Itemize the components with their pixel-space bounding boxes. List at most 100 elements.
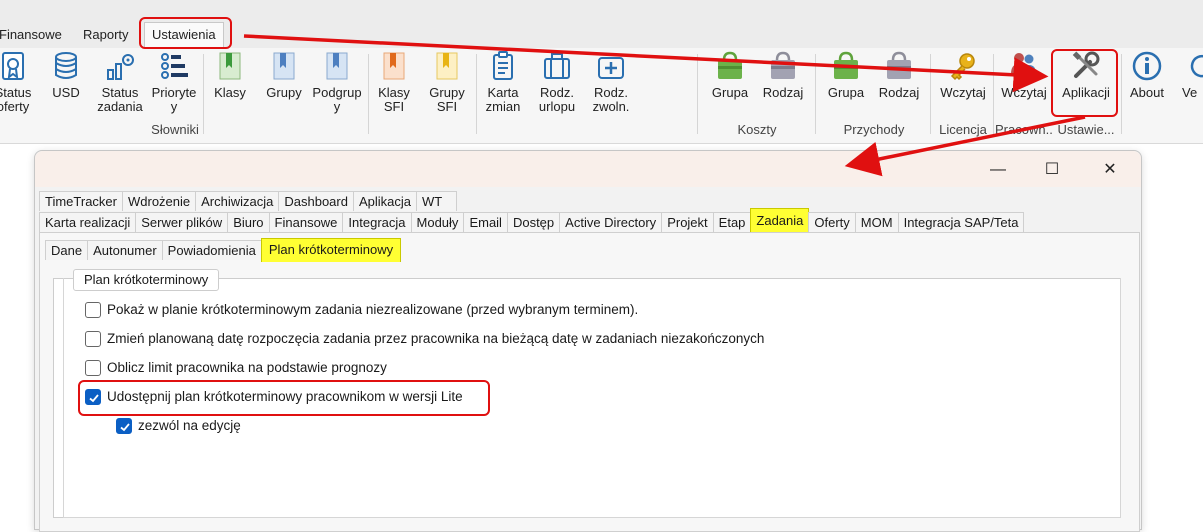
koszty-rodzaj-button[interactable]: Rodzaj	[760, 50, 806, 100]
tab-archiwizacja[interactable]: Archiwizacja	[195, 191, 280, 211]
tab-dostep[interactable]: Dostęp	[506, 212, 561, 232]
option-checkbox-3[interactable]	[85, 360, 101, 376]
key-icon	[950, 53, 975, 81]
tab-oferty[interactable]: Oferty	[808, 212, 856, 232]
annotation-box-aplikacji	[1051, 49, 1118, 117]
status-oferty-button[interactable]: Status oferty	[0, 50, 32, 114]
info-icon	[1132, 51, 1162, 81]
tab-wdrozenie[interactable]: Wdrożenie	[121, 191, 197, 211]
ribbon-separator	[697, 54, 698, 134]
status-oferty-label: Status oferty	[0, 85, 32, 114]
subtab-powiadomienia[interactable]: Powiadomienia	[161, 240, 262, 260]
pracownicy-wczytaj-button[interactable]: Wczytaj	[996, 50, 1052, 100]
tab-karta-realizacji[interactable]: Karta realizacji	[39, 212, 137, 232]
about-button[interactable]: About	[1124, 50, 1170, 100]
tab-moduly[interactable]: Moduły	[410, 212, 465, 232]
tab-dashboard[interactable]: Dashboard	[278, 191, 354, 211]
przychody-grupa-button[interactable]: Grupa	[824, 50, 868, 100]
tab-etap[interactable]: Etap	[712, 212, 752, 232]
tab-projekt[interactable]: Projekt	[661, 212, 714, 232]
karta-zmian-label: Karta zmian	[485, 85, 521, 114]
podgrupy-label: Podgrup y	[312, 85, 362, 114]
numbered-list-icon	[161, 53, 188, 79]
tab-email[interactable]: Email	[463, 212, 508, 232]
status-zadania-button[interactable]: Status zadania	[96, 50, 144, 114]
podgrupy-button[interactable]: Podgrup y	[310, 50, 364, 114]
licencja-wczytaj-label: Wczytaj	[940, 85, 986, 100]
licencja-wczytaj-button[interactable]: Wczytaj	[936, 50, 990, 100]
tab-mom[interactable]: MOM	[854, 212, 899, 232]
grupy-sfi-label: Grupy SFI	[429, 85, 465, 114]
ribbon: Status oferty USD Status zadania Prioryt…	[0, 48, 1203, 144]
clipboard-icon	[493, 51, 513, 80]
ribbon-separator	[815, 54, 816, 134]
minimize-icon[interactable]: —	[975, 157, 1021, 183]
subtab-row: Dane Autonumer Powiadomienia Plan krótko…	[45, 238, 402, 262]
koszty-rodzaj-label: Rodzaj	[762, 85, 804, 100]
grupy-sfi-button[interactable]: Grupy SFI	[425, 50, 469, 114]
koszty-grupa-button[interactable]: Grupa	[708, 50, 752, 100]
tab-integracja-sap-teta[interactable]: Integracja SAP/Teta	[897, 212, 1025, 232]
tab-wt[interactable]: WT	[416, 191, 458, 211]
menu-tab-raporty[interactable]: Raporty	[83, 24, 129, 46]
tab-timetracker[interactable]: TimeTracker	[39, 191, 123, 211]
koszty-grupa-label: Grupa	[711, 85, 749, 100]
group-label-ustawienia: Ustawie...	[1057, 122, 1115, 137]
option-label-3: Oblicz limit pracownika na podstawie pro…	[107, 360, 387, 375]
medical-kit-icon	[598, 57, 624, 79]
pracownicy-wczytaj-label: Wczytaj	[1001, 85, 1047, 100]
subtab-plan-krotkoterminowy[interactable]: Plan krótkoterminowy	[260, 238, 402, 262]
priorytety-button[interactable]: Prioryte y	[148, 50, 200, 114]
klasy-button[interactable]: Klasy	[208, 50, 252, 100]
option-checkbox-5[interactable]	[116, 418, 132, 434]
tab-integracja[interactable]: Integracja	[342, 212, 412, 232]
usd-button[interactable]: USD	[48, 50, 84, 100]
group-label-przychody: Przychody	[843, 122, 905, 137]
version-button[interactable]: Ve	[1182, 50, 1203, 100]
blue-bookmark-icon	[273, 52, 295, 80]
karta-zmian-button[interactable]: Karta zmian	[481, 50, 525, 114]
option-label-2: Zmień planowaną datę rozpoczęcia zadania…	[107, 331, 765, 346]
tab-biuro[interactable]: Biuro	[227, 212, 270, 232]
grupy-button[interactable]: Grupy	[262, 50, 306, 100]
status-zadania-label: Status zadania	[97, 85, 143, 114]
green-bookmark-icon	[219, 52, 241, 80]
group-label-slowniki: Słowniki	[151, 122, 199, 137]
rodz-urlopu-label: Rodz. urlopu	[538, 85, 576, 114]
menu-tab-finansowe[interactable]: Finansowe	[0, 24, 62, 46]
option-checkbox-1[interactable]	[85, 302, 101, 318]
klasy-sfi-button[interactable]: Klasy SFI	[373, 50, 415, 114]
grupy-label: Grupy	[266, 85, 302, 100]
certificate-icon	[2, 52, 24, 80]
przychody-rodzaj-label: Rodzaj	[878, 85, 920, 100]
tab-active-directory[interactable]: Active Directory	[559, 212, 663, 232]
close-icon[interactable]: ✕	[1087, 157, 1133, 183]
annotation-box-lite-option	[78, 380, 490, 416]
group-title: Plan krótkoterminowy	[73, 269, 220, 291]
ribbon-separator	[930, 54, 931, 134]
version-label: Ve	[1182, 85, 1198, 100]
yellow-bookmark-icon	[436, 52, 458, 80]
users-add-icon	[1011, 53, 1038, 80]
usd-label: USD	[52, 85, 80, 100]
gears-icon	[107, 54, 134, 80]
subtab-autonumer[interactable]: Autonumer	[87, 240, 163, 260]
rodz-zwoln-button[interactable]: Rodz. zwoln.	[589, 50, 633, 114]
option-checkbox-2[interactable]	[85, 331, 101, 347]
ribbon-separator	[1121, 54, 1122, 134]
klasy-label: Klasy	[214, 85, 246, 100]
tab-finansowe[interactable]: Finansowe	[268, 212, 344, 232]
ribbon-separator	[368, 54, 369, 134]
przychody-rodzaj-button[interactable]: Rodzaj	[876, 50, 922, 100]
tab-serwer-plikow[interactable]: Serwer plików	[135, 212, 229, 232]
group-label-licencja: Licencja	[939, 122, 987, 137]
rodz-urlopu-button[interactable]: Rodz. urlopu	[535, 50, 579, 114]
subtab-dane[interactable]: Dane	[45, 240, 89, 260]
ribbon-separator	[476, 54, 477, 134]
tab-aplikacja[interactable]: Aplikacja	[352, 191, 418, 211]
gray-bag-icon	[887, 51, 911, 79]
annotation-box-ustawienia	[139, 17, 232, 49]
maximize-icon[interactable]: ☐	[1029, 157, 1075, 183]
tab-zadania[interactable]: Zadania	[750, 208, 810, 232]
klasy-sfi-label: Klasy SFI	[378, 85, 410, 114]
